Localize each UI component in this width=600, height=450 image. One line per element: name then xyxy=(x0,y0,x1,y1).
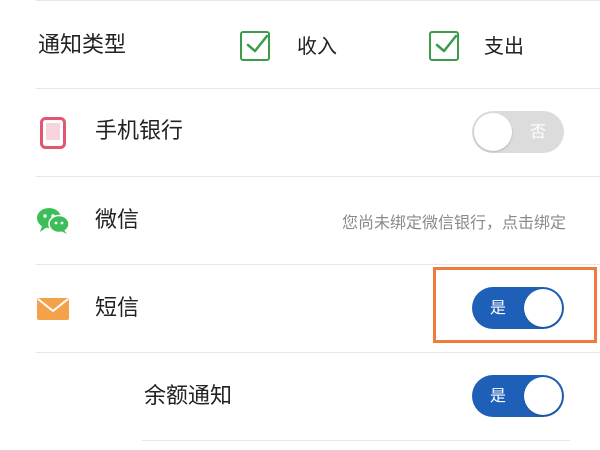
wechat-icon xyxy=(37,208,70,234)
notify-type-label: 通知类型 xyxy=(38,33,127,58)
toggle-knob xyxy=(474,113,512,151)
toggle-knob xyxy=(524,377,562,415)
wechat-bind-link[interactable]: 您尚未绑定微信银行，点击绑定 xyxy=(284,208,566,238)
check-icon xyxy=(435,34,458,53)
income-checkbox[interactable] xyxy=(240,31,270,61)
toggle-text: 否 xyxy=(529,122,546,141)
toggle-text: 是 xyxy=(490,386,507,405)
balance-notice-label: 余额通知 xyxy=(144,384,233,409)
income-label: 收入 xyxy=(297,34,337,58)
check-icon xyxy=(246,34,269,53)
expense-label: 支出 xyxy=(484,34,524,58)
sms-label: 短信 xyxy=(95,296,140,321)
wechat-label: 微信 xyxy=(95,208,140,233)
mobile-banking-label: 手机银行 xyxy=(95,119,184,144)
highlight-box xyxy=(433,267,597,343)
divider xyxy=(142,440,570,441)
balance-notice-toggle[interactable]: 是 xyxy=(472,375,564,417)
divider xyxy=(36,0,600,1)
mobile-banking-toggle[interactable]: 否 xyxy=(472,111,564,153)
mail-icon xyxy=(37,298,69,320)
phone-icon xyxy=(40,117,66,149)
divider xyxy=(36,176,600,177)
divider xyxy=(36,88,600,89)
divider xyxy=(36,352,600,353)
divider xyxy=(36,264,600,265)
expense-checkbox[interactable] xyxy=(429,31,459,61)
